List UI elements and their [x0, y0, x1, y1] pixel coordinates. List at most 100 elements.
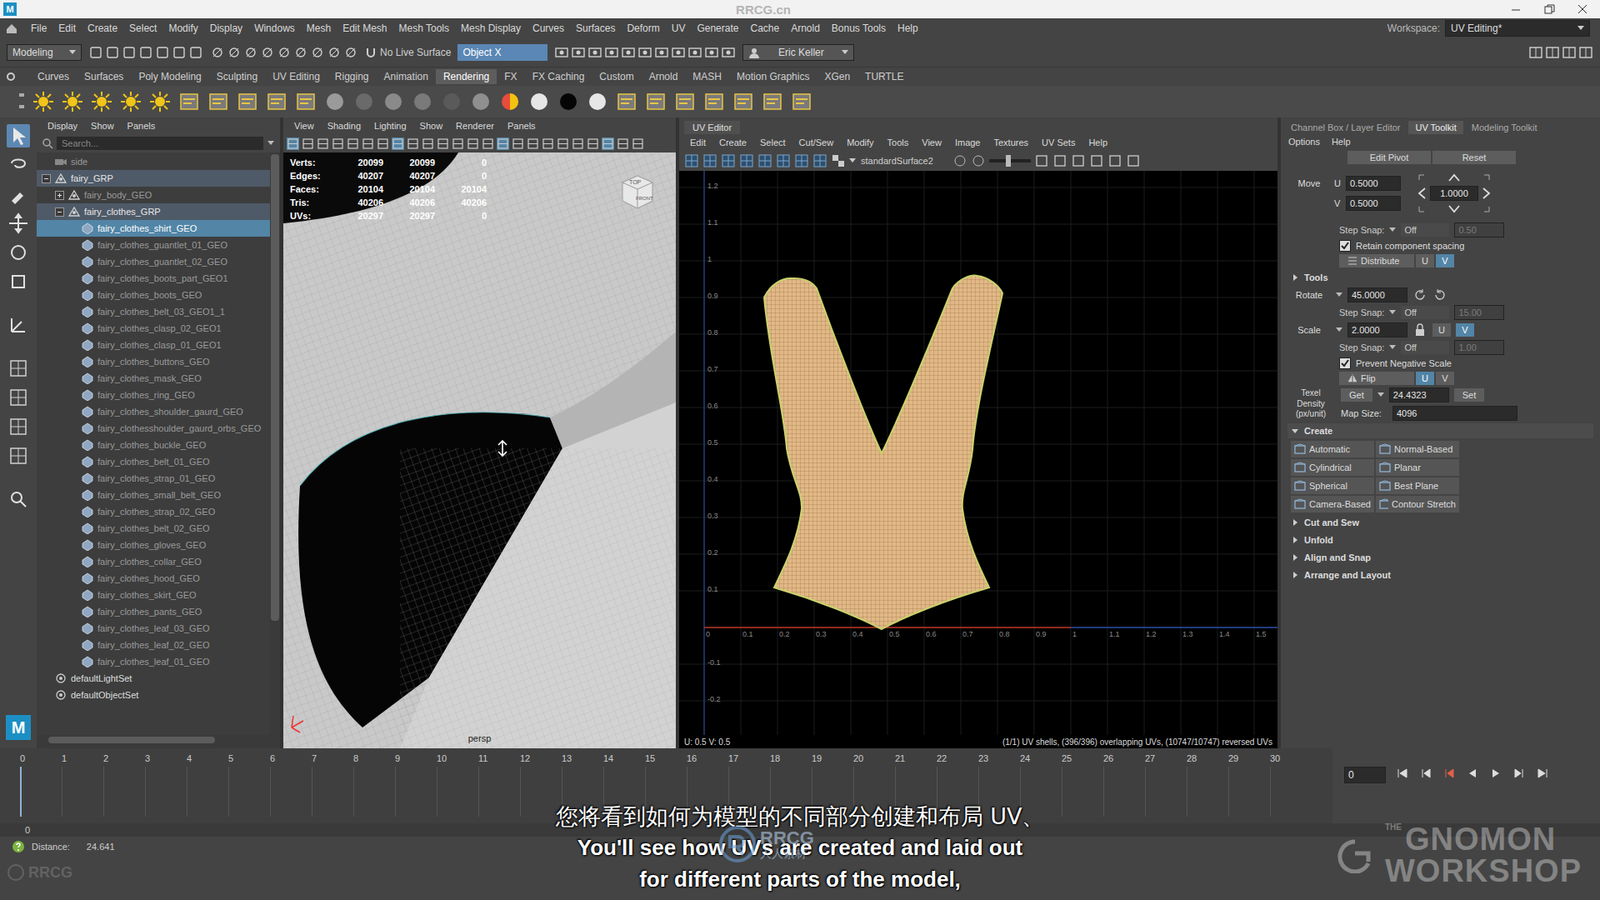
outliner-item[interactable]: fairy_clothes_collar_GEO	[36, 553, 270, 570]
viewport-tool-icon[interactable]	[631, 137, 645, 150]
help-icon[interactable]	[11, 840, 25, 854]
outliner-item[interactable]: defaultLightSet	[36, 670, 270, 687]
shelf-button-icon[interactable]	[410, 89, 435, 115]
menu-item[interactable]: UV Sets	[1035, 137, 1081, 148]
shelf-button-icon[interactable]	[555, 89, 581, 115]
menu-item[interactable]: Arnold	[785, 22, 826, 35]
frame-tick[interactable]: 5	[228, 748, 270, 824]
menu-item[interactable]: Options	[1282, 136, 1326, 147]
uv-tool-icon[interactable]	[720, 153, 736, 169]
outliner-item[interactable]: side	[36, 153, 270, 170]
outliner-item[interactable]: fairy_clothes_gloves_GEO	[36, 536, 270, 554]
view-cube[interactable]: TOPFRONT	[617, 172, 656, 211]
section-header[interactable]: Align and Snap	[1287, 550, 1594, 565]
frame-tick[interactable]: 22	[936, 748, 979, 824]
render-icon[interactable]	[587, 45, 603, 60]
viewport-tool-icon[interactable]	[436, 137, 450, 150]
panel-toggle-icon[interactable]	[1561, 45, 1577, 60]
shelf-button-icon[interactable]	[322, 89, 348, 115]
frame-tick[interactable]: 0	[20, 748, 62, 824]
menu-item[interactable]: Create	[713, 137, 753, 148]
shelf-button-icon[interactable]	[468, 89, 494, 115]
shelf-tab[interactable]: Poly Modeling	[130, 69, 209, 85]
step-forward-icon[interactable]	[1512, 766, 1526, 780]
shelf-tab[interactable]: Animation	[376, 69, 436, 85]
render-icon[interactable]	[670, 45, 686, 60]
get-button[interactable]: Get	[1340, 388, 1373, 402]
panel-toggle-icon[interactable]	[1578, 45, 1594, 60]
frame-tick[interactable]: 14	[603, 748, 645, 824]
viewport-tool-icon[interactable]	[616, 137, 630, 150]
frame-tick[interactable]: 23	[978, 748, 1020, 824]
viewport-tool-icon[interactable]	[571, 137, 585, 150]
arrow-right-icon[interactable]	[1477, 185, 1495, 201]
outliner-item[interactable]: fairy_clothes_strap_02_GEO	[36, 503, 270, 520]
outl-tool-icon[interactable]	[6, 444, 30, 468]
expand-icon[interactable]	[55, 190, 65, 200]
section-header[interactable]: Arrange and Layout	[1287, 567, 1594, 583]
snap-icon[interactable]	[276, 45, 292, 60]
menu-item[interactable]: Curves	[526, 22, 570, 35]
shelf-button-icon[interactable]	[643, 89, 669, 115]
menu-item[interactable]: View	[915, 137, 948, 148]
axis-button[interactable]: U	[1415, 254, 1435, 268]
create-button[interactable]: Normal-Based	[1375, 440, 1460, 458]
frame-tick[interactable]: 15	[645, 748, 687, 824]
outliner-item[interactable]: fairy_clothes_pants_GEO	[36, 603, 270, 620]
frame-tick[interactable]: 17	[728, 748, 770, 824]
flip-button[interactable]: Flip	[1339, 371, 1415, 385]
uv-tool-icon[interactable]	[684, 153, 700, 169]
shelf-tab[interactable]: Surfaces	[76, 69, 131, 85]
axis-tool-icon[interactable]	[6, 313, 30, 337]
panel-tab[interactable]: Channel Box / Layer Editor	[1284, 120, 1407, 135]
snap-icon[interactable]	[326, 45, 342, 60]
viewport-tool-icon[interactable]	[601, 137, 615, 150]
frame-tick[interactable]: 9	[395, 748, 437, 824]
viewport-tool-icon[interactable]	[301, 137, 315, 150]
menu-item[interactable]: Image	[949, 137, 987, 148]
close-icon[interactable]	[1576, 3, 1589, 15]
shelf-button-icon[interactable]	[380, 89, 406, 115]
rotate-cw-icon[interactable]	[1432, 287, 1448, 303]
shelf-tab[interactable]: XGen	[816, 69, 858, 85]
create-button[interactable]: Cylindrical	[1290, 459, 1375, 476]
arrow-left-icon[interactable]	[1414, 185, 1431, 201]
move-tool-icon[interactable]	[6, 211, 30, 235]
menu-item[interactable]: Display	[204, 22, 249, 35]
outliner-item[interactable]: fairy_clothes_belt_01_GEO	[36, 453, 270, 470]
arrow-up-icon[interactable]	[1445, 170, 1463, 185]
scroll-thumb[interactable]	[270, 154, 280, 621]
outliner-item[interactable]: fairy_clothes_boots_GEO	[36, 286, 270, 304]
outliner-item[interactable]: fairy_clothes_buttons_GEO	[36, 353, 270, 370]
caret-icon[interactable]	[266, 140, 275, 147]
uv-tool-icon[interactable]	[812, 153, 828, 169]
go-start-icon[interactable]	[1395, 766, 1410, 780]
move-u-field[interactable]: 0.5000	[1345, 175, 1401, 191]
shelf-button-icon[interactable]	[701, 89, 727, 115]
uv-view-icon[interactable]	[1070, 153, 1086, 169]
menu-item[interactable]: Mesh Display	[455, 22, 527, 35]
layout-tool-icon[interactable]	[6, 356, 30, 380]
uv-view-icon[interactable]	[1052, 153, 1068, 169]
outliner-item[interactable]: fairy_clothes_leaf_03_GEO	[36, 620, 270, 637]
expand-icon[interactable]	[55, 207, 65, 217]
outliner-item[interactable]: fairy_clothes_small_belt_GEO	[36, 486, 270, 504]
viewport-tool-icon[interactable]	[346, 137, 360, 150]
range-start[interactable]: 0	[25, 825, 30, 835]
symmetry-dropdown[interactable]: Object X	[457, 44, 548, 61]
frame-tick[interactable]: 19	[811, 748, 854, 824]
menu-item[interactable]: Tools	[881, 137, 915, 148]
menu-item[interactable]: UV	[665, 22, 692, 35]
shelf-tab[interactable]: Custom	[591, 69, 641, 85]
home-icon[interactable]	[5, 21, 19, 35]
uv-shell[interactable]	[764, 275, 1003, 630]
viewport-tool-icon[interactable]	[586, 137, 600, 150]
arrow-down-icon[interactable]	[1445, 201, 1463, 217]
checkbox[interactable]	[1339, 357, 1351, 370]
menu-item[interactable]: Windows	[248, 22, 301, 35]
uv-view-icon[interactable]	[1089, 153, 1105, 169]
snap-mode-dropdown[interactable]: Off	[1400, 340, 1450, 355]
menu-item[interactable]: Edit	[52, 22, 82, 35]
tool-icon[interactable]	[188, 45, 204, 60]
axis-button[interactable]: V	[1435, 371, 1455, 385]
